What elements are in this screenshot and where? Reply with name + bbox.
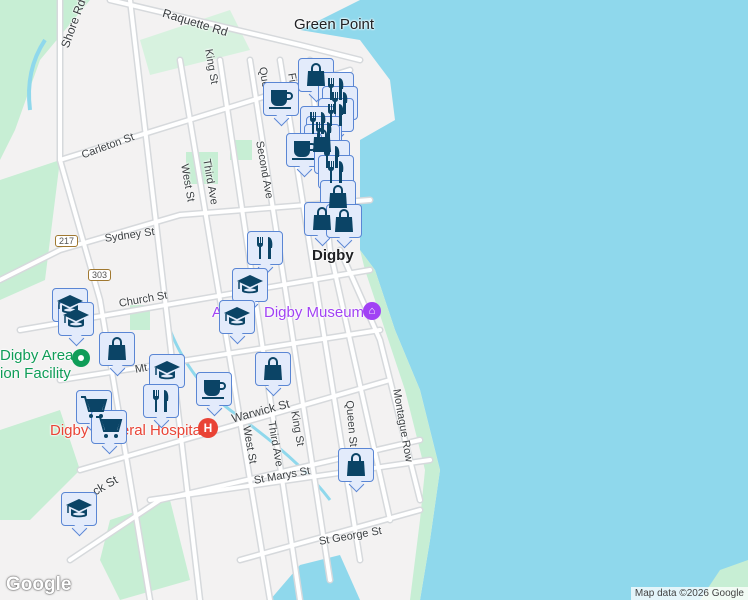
marker-education[interactable]: [219, 300, 255, 334]
marker-shopping-cart[interactable]: [91, 410, 127, 444]
map-attribution[interactable]: Map data ©2026 Google: [630, 587, 748, 600]
place-label-digby: Digby: [312, 247, 354, 264]
restaurant-icon: [152, 390, 169, 412]
water-bay: [300, 0, 748, 600]
place-label-green-point: Green Point: [294, 16, 375, 33]
education-icon: [154, 361, 180, 380]
water-bay: [270, 555, 360, 600]
shopping-icon: [347, 453, 365, 476]
marker-cafe[interactable]: [196, 372, 232, 406]
restaurant-icon: [256, 237, 273, 259]
street-label: Mt: [134, 361, 149, 376]
marker-shopping[interactable]: [338, 448, 374, 482]
facility-pin-icon[interactable]: [72, 349, 90, 367]
marker-education[interactable]: [58, 302, 94, 336]
google-logo: Google: [6, 574, 72, 595]
education-icon: [66, 499, 92, 518]
cafe-icon: [269, 90, 293, 109]
map-base: [0, 0, 748, 604]
museum-label[interactable]: Digby Museum: [264, 304, 364, 321]
marker-education[interactable]: [61, 492, 97, 526]
marker-education[interactable]: [149, 354, 185, 388]
shopping-icon: [264, 357, 282, 380]
education-icon: [63, 309, 89, 328]
museum-icon[interactable]: ⌂: [363, 302, 381, 320]
cafe-icon: [202, 380, 226, 399]
shopping-cart-icon: [96, 416, 123, 438]
restaurant-icon: [327, 161, 344, 183]
marker-cafe[interactable]: [263, 82, 299, 116]
facility-label-2[interactable]: ion Facility: [0, 365, 71, 382]
marker-shopping[interactable]: [99, 332, 135, 366]
highway-shield: 303: [88, 269, 112, 281]
hospital-label[interactable]: Digby General Hospital: [50, 422, 204, 439]
shopping-icon: [335, 209, 353, 232]
shopping-icon: [313, 207, 331, 230]
cafe-icon: [292, 141, 316, 160]
education-icon: [237, 275, 263, 294]
shopping-icon: [329, 185, 347, 208]
highway-shield: 217: [55, 235, 79, 247]
map-canvas[interactable]: Green Point Digby A Digby Museum ⌂ Digby…: [0, 0, 748, 604]
facility-label-1[interactable]: Digby Area: [0, 347, 73, 364]
shopping-icon: [307, 63, 325, 86]
marker-shopping[interactable]: [255, 352, 291, 386]
marker-restaurant[interactable]: [247, 231, 283, 265]
hospital-icon[interactable]: H: [198, 418, 218, 438]
marker-restaurant[interactable]: [143, 384, 179, 418]
education-icon: [224, 307, 250, 326]
shopping-icon: [108, 337, 126, 360]
marker-education[interactable]: [232, 268, 268, 302]
